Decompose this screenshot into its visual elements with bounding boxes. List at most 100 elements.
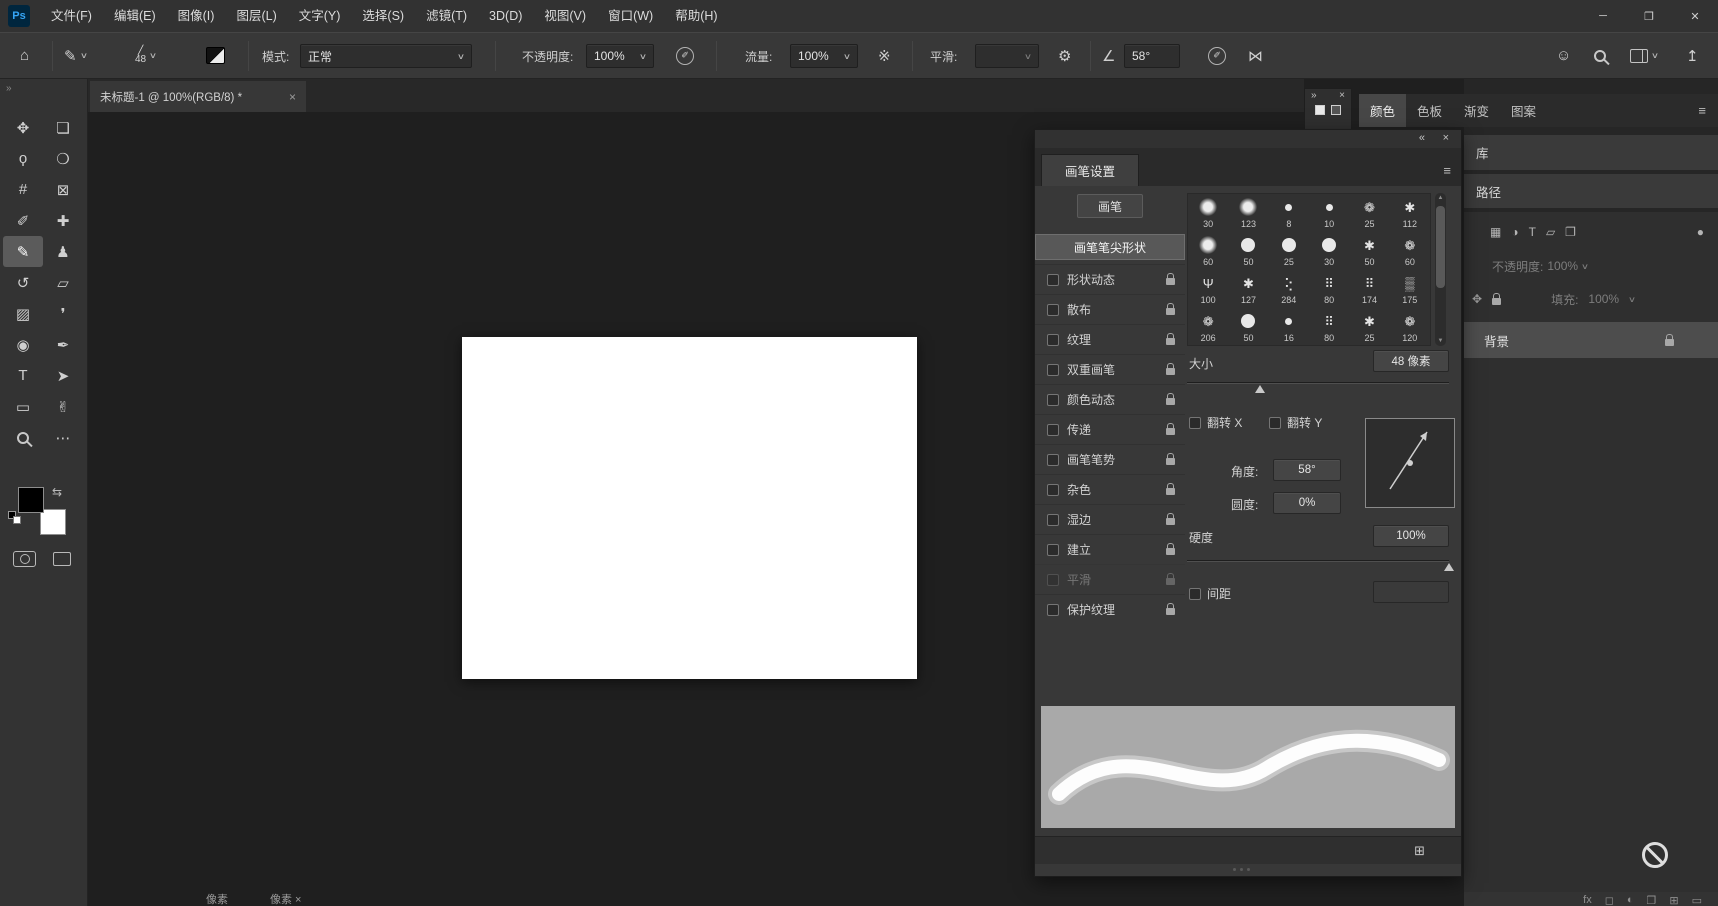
collapse-panel-icon[interactable]: « xyxy=(1419,132,1425,144)
delete-layer-icon[interactable]: ▭ xyxy=(1692,894,1702,906)
size-slider-thumb[interactable] xyxy=(1255,385,1265,393)
new-brush-icon[interactable]: ⊞ xyxy=(1414,843,1425,859)
toolbar-collapse-icon[interactable]: » xyxy=(6,83,12,94)
option-build-up-lock-icon[interactable] xyxy=(1166,548,1175,555)
brush-preset[interactable]: 123 xyxy=(1228,194,1268,232)
adjustment-layer-icon[interactable]: ◐ xyxy=(1627,894,1634,906)
brush-preset[interactable]: 30 xyxy=(1309,232,1349,270)
close-icon[interactable]: × xyxy=(289,90,296,104)
brush-preset[interactable]: 50 xyxy=(1228,232,1268,270)
paths-panel-header[interactable]: 路径 xyxy=(1464,174,1718,208)
lock-position-icon[interactable]: ✥ xyxy=(1472,292,1482,306)
brush-angle-preview[interactable] xyxy=(1365,418,1455,508)
option-shape-dynamics-checkbox[interactable] xyxy=(1047,274,1059,286)
brush-preset[interactable]: ❁120 xyxy=(1390,308,1430,346)
option-color-dynamics-lock-icon[interactable] xyxy=(1166,398,1175,405)
option-build-up[interactable]: 建立 xyxy=(1035,534,1185,564)
brush-preset[interactable]: ⠿80 xyxy=(1309,270,1349,308)
account-button[interactable]: ☺ xyxy=(1556,33,1571,78)
zoom-tool[interactable] xyxy=(3,422,43,453)
close-button[interactable]: ✕ xyxy=(1672,0,1718,32)
option-scattering[interactable]: 散布 xyxy=(1035,294,1185,324)
hardness-slider[interactable] xyxy=(1187,560,1449,562)
option-transfer-lock-icon[interactable] xyxy=(1166,428,1175,435)
hardness-slider-thumb[interactable] xyxy=(1444,563,1454,571)
eyedropper-tool[interactable]: ✐ xyxy=(3,205,43,236)
brush-preset[interactable]: 8 xyxy=(1269,194,1309,232)
option-scattering-checkbox[interactable] xyxy=(1047,304,1059,316)
brush-preset[interactable]: ❁25 xyxy=(1349,194,1389,232)
brush-preset[interactable]: 30 xyxy=(1188,194,1228,232)
panel-thumbnail-icon[interactable] xyxy=(1315,105,1325,115)
brush-preset[interactable]: ⠿174 xyxy=(1349,270,1389,308)
flip-y-option[interactable]: 翻转 Y xyxy=(1269,414,1322,431)
option-texture-checkbox[interactable] xyxy=(1047,334,1059,346)
filter-shape-icon[interactable]: ▱ xyxy=(1546,225,1555,239)
home-button[interactable]: ⌂ xyxy=(20,33,29,78)
pressure-opacity-button[interactable]: ✐ xyxy=(676,33,694,78)
menu-layer[interactable]: 图层(L) xyxy=(225,0,287,32)
option-texture[interactable]: 纹理 xyxy=(1035,324,1185,354)
history-brush-tool[interactable]: ↺ xyxy=(3,267,43,298)
foreground-color-swatch[interactable] xyxy=(18,487,44,513)
option-protect-texture[interactable]: 保护纹理 xyxy=(1035,594,1185,624)
brush-preset[interactable]: ⠿80 xyxy=(1309,308,1349,346)
option-dual-brush[interactable]: 双重画笔 xyxy=(1035,354,1185,384)
blend-mode-select[interactable]: 正常 ∨ xyxy=(300,44,472,68)
spacing-checkbox[interactable] xyxy=(1189,588,1201,600)
menu-help[interactable]: 帮助(H) xyxy=(664,0,728,32)
option-transfer-checkbox[interactable] xyxy=(1047,424,1059,436)
option-smoothing-lock-icon[interactable] xyxy=(1166,578,1175,585)
option-brush-pose[interactable]: 画笔笔势 xyxy=(1035,444,1185,474)
opacity-field[interactable]: 100% ∨ xyxy=(586,44,654,68)
option-protect-texture-checkbox[interactable] xyxy=(1047,604,1059,616)
brush-angle-field[interactable]: 58° xyxy=(1124,44,1180,68)
pressure-size-button[interactable]: ✐ xyxy=(1208,33,1226,78)
tab-color[interactable]: 颜色 xyxy=(1359,94,1406,127)
option-shape-dynamics[interactable]: 形状动态 xyxy=(1035,264,1185,294)
angle-field[interactable]: 58° xyxy=(1273,459,1341,481)
brush-preset[interactable]: ✱50 xyxy=(1349,232,1389,270)
canvas[interactable] xyxy=(462,337,917,679)
tab-gradients[interactable]: 渐变 xyxy=(1453,94,1500,127)
hardness-field[interactable]: 100% xyxy=(1373,525,1449,547)
option-wet-edges[interactable]: 湿边 xyxy=(1035,504,1185,534)
brush-size-picker[interactable]: ╱ 48 ∨ xyxy=(135,33,156,78)
brush-preset[interactable]: ❁206 xyxy=(1188,308,1228,346)
filter-toggle-icon[interactable]: ● xyxy=(1697,225,1704,239)
size-slider[interactable] xyxy=(1187,382,1449,384)
marquee-tool[interactable]: ❏ xyxy=(43,112,83,143)
brush-preset[interactable]: 50 xyxy=(1228,308,1268,346)
airbrush-button[interactable]: ※ xyxy=(878,33,891,78)
layer-opacity-value[interactable]: 100% xyxy=(1547,259,1578,273)
workspace-button[interactable]: ∨ xyxy=(1630,33,1658,78)
brush-preset[interactable]: ✱127 xyxy=(1228,270,1268,308)
panel-menu-icon[interactable]: ≡ xyxy=(1443,163,1451,178)
background-layer-row[interactable]: 背景 xyxy=(1464,322,1718,358)
menu-file[interactable]: 文件(F) xyxy=(40,0,103,32)
menu-window[interactable]: 窗口(W) xyxy=(597,0,664,32)
option-color-dynamics[interactable]: 颜色动态 xyxy=(1035,384,1185,414)
path-selection-tool[interactable]: ➤ xyxy=(43,360,83,391)
brush-preset[interactable]: 25 xyxy=(1269,232,1309,270)
menu-3d[interactable]: 3D(D) xyxy=(478,0,533,32)
maximize-button[interactable]: ❐ xyxy=(1626,0,1672,32)
roundness-field[interactable]: 0% xyxy=(1273,492,1341,514)
tab-patterns[interactable]: 图案 xyxy=(1500,94,1547,127)
hand-tool[interactable]: ✌ xyxy=(43,391,83,422)
option-protect-texture-lock-icon[interactable] xyxy=(1166,608,1175,615)
brush-settings-tab[interactable]: 画笔设置 xyxy=(1041,154,1139,186)
brush-preset[interactable]: Ψ100 xyxy=(1188,270,1228,308)
option-dual-brush-checkbox[interactable] xyxy=(1047,364,1059,376)
brush-preset[interactable]: 60 xyxy=(1188,232,1228,270)
brush-tool[interactable]: ✎ xyxy=(3,236,43,267)
option-smoothing[interactable]: 平滑 xyxy=(1035,564,1185,594)
smoothing-options-button[interactable]: ⚙ xyxy=(1058,33,1071,78)
menu-image[interactable]: 图像(I) xyxy=(167,0,226,32)
option-build-up-checkbox[interactable] xyxy=(1047,544,1059,556)
flip-y-checkbox[interactable] xyxy=(1269,417,1281,429)
brush-preset[interactable]: ▒175 xyxy=(1390,270,1430,308)
brush-preset[interactable]: 16 xyxy=(1269,308,1309,346)
share-button[interactable]: ↥ xyxy=(1686,33,1699,78)
menu-view[interactable]: 视图(V) xyxy=(533,0,597,32)
